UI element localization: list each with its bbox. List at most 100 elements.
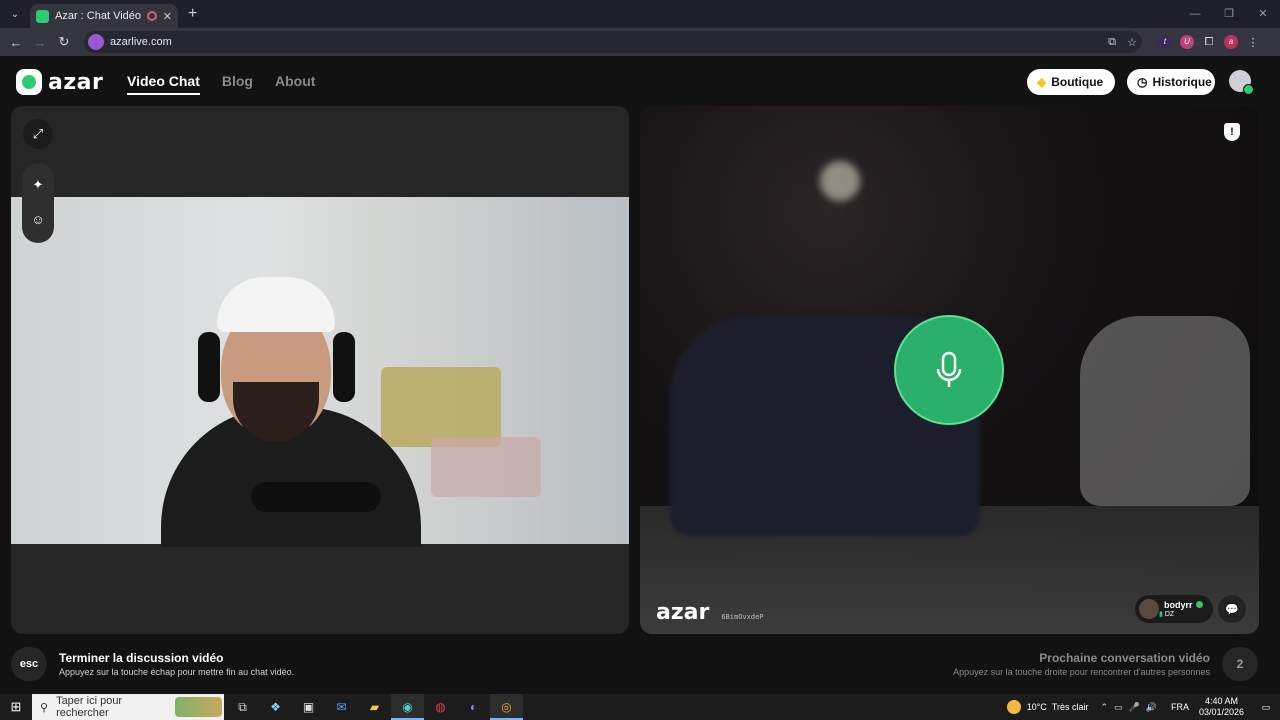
back-button[interactable]: ←	[4, 35, 28, 50]
install-app-icon[interactable]: ⧉	[1102, 36, 1122, 49]
new-tab-button[interactable]: +	[188, 5, 197, 23]
taskbar-apps: ⧉ ❖ ▣ ✉ ▰ ◉ ◍ ◐ ◎	[226, 694, 523, 720]
verified-badge-icon	[1195, 601, 1203, 608]
edge-icon[interactable]: ◉	[391, 694, 424, 720]
clock[interactable]: 4:40 AM 03/01/2026	[1199, 696, 1244, 718]
remote-user-chip[interactable]: bodyrr ▮ DZ	[1135, 595, 1213, 623]
microphone-icon	[936, 351, 962, 387]
profile-avatar-icon[interactable]: a	[1220, 35, 1242, 49]
self-video-panel: ⤢ ✦ ☺	[11, 106, 629, 634]
tab-close-button[interactable]: ✕	[163, 10, 172, 23]
effects-toolbar: ✦ ☺	[22, 163, 54, 243]
site-info-icon[interactable]	[88, 34, 104, 50]
background-object	[431, 437, 541, 497]
expand-icon[interactable]: ⤢	[23, 119, 53, 149]
taskbar-search[interactable]: ⚲ Taper ici pour rechercher	[32, 694, 224, 720]
browser-menu-icon[interactable]: ⋮	[1242, 36, 1264, 49]
discord-icon[interactable]: ◐	[457, 694, 490, 720]
search-highlight-image	[175, 697, 222, 717]
weather-sun-icon	[1006, 700, 1021, 714]
azar-logo[interactable]: azar	[16, 69, 103, 95]
minimize-button[interactable]: —	[1178, 0, 1212, 28]
watermark-logo: azar	[656, 600, 710, 625]
nav-video-chat[interactable]: Video Chat	[127, 73, 200, 95]
historique-button[interactable]: ◷ Historique	[1127, 69, 1215, 95]
next-chat-hint: Appuyez sur la touche droite pour rencon…	[953, 667, 1210, 677]
copilot-icon[interactable]: ❖	[259, 694, 292, 720]
search-icon: ⚲	[40, 701, 49, 714]
reload-button[interactable]: ↻	[52, 34, 76, 50]
logo-text: azar	[48, 69, 104, 95]
azar-logo-icon	[16, 69, 42, 95]
browser-toolbar: ← → ↻ azarlive.com ⧉ ☆ t U ⧠ a ⋮	[0, 28, 1280, 56]
headset-right	[333, 332, 355, 402]
weather-widget[interactable]: 10°C Très clair	[1006, 700, 1089, 714]
taskbar-search-placeholder: Taper ici pour rechercher	[56, 695, 123, 719]
clock-time: 4:40 AM	[1204, 696, 1238, 706]
microphone-button[interactable]	[894, 315, 1004, 425]
main-nav: Video Chat Blog About	[127, 73, 315, 95]
browser-tabstrip: ⌄ Azar : Chat Vidéo avec de n ✕ + — ❐ ✕	[0, 0, 1280, 28]
browser-tab[interactable]: Azar : Chat Vidéo avec de n ✕	[30, 4, 178, 28]
bookmark-star-icon[interactable]: ☆	[1122, 36, 1142, 49]
boutique-button[interactable]: ◆ Boutique	[1027, 69, 1115, 95]
chrome-icon[interactable]: ◎	[490, 694, 523, 720]
language-indicator[interactable]: FRA	[1171, 702, 1189, 712]
boutique-label: Boutique	[1051, 75, 1104, 89]
headset-left	[198, 332, 220, 402]
clock-date: 03/01/2026	[1198, 707, 1244, 717]
user-avatar[interactable]	[1229, 70, 1254, 95]
tab-search-button[interactable]: ⌄	[4, 3, 26, 25]
nav-blog[interactable]: Blog	[222, 73, 253, 95]
extension-u-icon[interactable]: U	[1176, 35, 1198, 49]
nav-about[interactable]: About	[275, 73, 315, 95]
system-tray: 10°C Très clair ⌃▭🎤🔊 FRA 4:40 AM 03/01/2…	[1006, 694, 1280, 720]
remote-username: bodyrr	[1164, 600, 1193, 610]
historique-label: Historique	[1152, 75, 1212, 89]
recording-indicator-icon	[146, 11, 157, 21]
self-camera-feed	[11, 197, 629, 547]
maximize-button[interactable]: ❐	[1212, 0, 1246, 28]
site-header: azar Video Chat Blog About ◆ Boutique ◷ …	[0, 56, 1280, 106]
tab-title: Azar : Chat Vidéo avec de n	[55, 10, 141, 22]
file-explorer-icon[interactable]: ▰	[358, 694, 391, 720]
extensions-area: t U ⧠ a ⋮	[1154, 35, 1264, 49]
azar-page: azar Video Chat Blog About ◆ Boutique ◷ …	[0, 56, 1280, 694]
windows-start-icon[interactable]: ⊞	[0, 699, 32, 715]
task-view-icon[interactable]: ⧉	[226, 694, 259, 720]
close-window-button[interactable]: ✕	[1246, 0, 1280, 28]
temperature: 10°C	[1026, 702, 1047, 712]
remote-user-avatar	[1139, 599, 1159, 619]
azar-watermark: azar 6BimOvxdeP	[656, 600, 764, 625]
person-cap	[217, 277, 335, 332]
store-icon[interactable]: ▣	[292, 694, 325, 720]
next-key-button[interactable]: 2	[1222, 647, 1258, 681]
face-filter-icon[interactable]: ☺	[23, 204, 53, 234]
microphone-arm	[251, 482, 381, 512]
background-chair	[381, 367, 501, 447]
address-bar[interactable]: azarlive.com ⧉ ☆	[84, 31, 1142, 53]
flag-icon: ▮	[1159, 611, 1163, 618]
next-chat-title: Prochaine conversation vidéo	[1039, 651, 1210, 665]
window-controls: — ❐ ✕	[1178, 0, 1280, 28]
forward-button[interactable]: →	[28, 35, 52, 50]
end-chat-hint: Appuyez sur la touche échap pour mettre …	[59, 667, 295, 677]
notification-icon[interactable]: ▭	[1256, 702, 1276, 713]
watermark-id: 6BimOvxdeP	[721, 613, 764, 621]
mail-icon[interactable]: ✉	[325, 694, 358, 720]
esc-key-button[interactable]: esc	[11, 647, 47, 681]
chat-bubble-icon[interactable]: 💬	[1218, 595, 1246, 623]
extension-t-icon[interactable]: t	[1154, 35, 1176, 49]
gem-icon: ◆	[1037, 75, 1047, 89]
report-shield-icon[interactable]: !	[1224, 123, 1240, 141]
weather-text: Très clair	[1051, 702, 1089, 712]
remote-video-panel: ! azar 6BimOvxdeP bodyrr ▮ DZ 💬	[640, 106, 1259, 634]
remote-country: DZ	[1164, 611, 1175, 618]
clock-icon: ◷	[1137, 75, 1148, 89]
sparkle-effects-icon[interactable]: ✦	[23, 170, 53, 200]
street-light	[820, 161, 860, 201]
extensions-puzzle-icon[interactable]: ⧠	[1198, 36, 1220, 49]
recorder-app-icon[interactable]: ◍	[424, 694, 457, 720]
end-chat-title: Terminer la discussion vidéo	[59, 651, 224, 665]
tray-icons[interactable]: ⌃▭🎤🔊	[1100, 702, 1162, 713]
